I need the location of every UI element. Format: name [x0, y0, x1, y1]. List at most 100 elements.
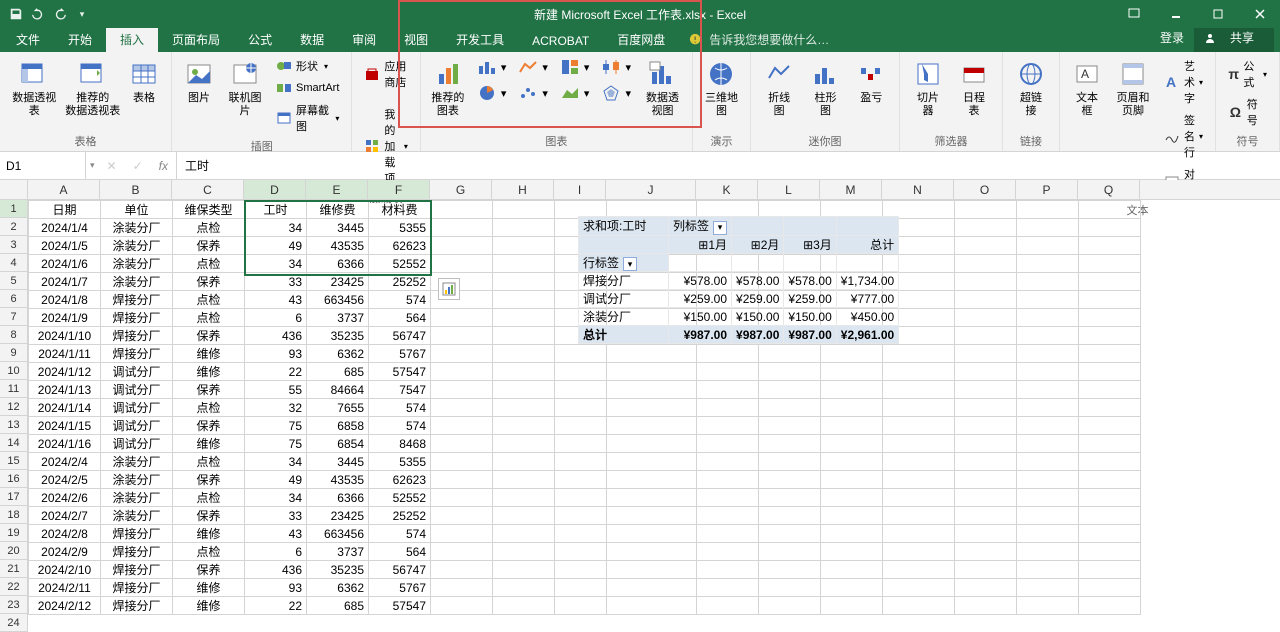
cell[interactable] — [955, 453, 1017, 471]
col-header-N[interactable]: N — [882, 180, 954, 199]
slicer-button[interactable]: 切片器 — [908, 56, 948, 120]
cell[interactable] — [759, 417, 821, 435]
row-header-23[interactable]: 23 — [0, 596, 27, 614]
cell[interactable] — [493, 543, 555, 561]
cell[interactable] — [1017, 507, 1079, 525]
cell[interactable] — [759, 471, 821, 489]
row-header-12[interactable]: 12 — [0, 398, 27, 416]
cell[interactable] — [955, 201, 1017, 219]
row-labels-dropdown[interactable]: ▾ — [623, 257, 637, 271]
cell[interactable] — [431, 201, 493, 219]
spark-line-button[interactable]: 折线图 — [759, 56, 799, 120]
cell[interactable] — [431, 471, 493, 489]
col-header-B[interactable]: B — [100, 180, 172, 199]
cell[interactable]: 43535 — [307, 471, 369, 489]
cell[interactable]: 2024/2/6 — [29, 489, 101, 507]
cell[interactable]: 2024/2/11 — [29, 579, 101, 597]
cell[interactable]: 涂装分厂 — [101, 237, 173, 255]
cell[interactable] — [1017, 471, 1079, 489]
cell[interactable] — [821, 381, 883, 399]
select-all-corner[interactable] — [0, 180, 28, 199]
hyperlink-button[interactable]: 超链接 — [1011, 56, 1051, 120]
cell[interactable] — [493, 255, 555, 273]
cell[interactable] — [493, 525, 555, 543]
cell[interactable] — [955, 327, 1017, 345]
cell[interactable] — [1017, 381, 1079, 399]
cell[interactable] — [759, 381, 821, 399]
timeline-button[interactable]: 日程表 — [954, 56, 994, 120]
cell[interactable]: 点检 — [173, 399, 245, 417]
cell[interactable] — [555, 471, 607, 489]
row-header-3[interactable]: 3 — [0, 236, 27, 254]
cell[interactable] — [1079, 255, 1141, 273]
cell[interactable] — [1017, 525, 1079, 543]
cell[interactable]: 日期 — [29, 201, 101, 219]
cell[interactable] — [759, 399, 821, 417]
cell[interactable] — [493, 507, 555, 525]
cell[interactable]: 点检 — [173, 489, 245, 507]
cell[interactable] — [821, 597, 883, 615]
cell[interactable]: 34 — [245, 489, 307, 507]
save-icon[interactable] — [8, 6, 24, 22]
cell[interactable] — [493, 345, 555, 363]
row-header-10[interactable]: 10 — [0, 362, 27, 380]
cell[interactable] — [955, 237, 1017, 255]
cell[interactable] — [431, 399, 493, 417]
cell[interactable] — [759, 435, 821, 453]
cell[interactable] — [821, 399, 883, 417]
login-button[interactable]: 登录 — [1150, 26, 1194, 49]
cell[interactable]: 43 — [245, 291, 307, 309]
cell[interactable]: 25252 — [369, 507, 431, 525]
cell[interactable] — [607, 579, 697, 597]
cell[interactable] — [955, 399, 1017, 417]
cell[interactable] — [1017, 201, 1079, 219]
cell[interactable] — [821, 561, 883, 579]
cell[interactable] — [607, 363, 697, 381]
cell[interactable]: 调试分厂 — [101, 381, 173, 399]
tab-formulas[interactable]: 公式 — [234, 27, 286, 52]
tell-me[interactable]: 告诉我您想要做什么… — [679, 27, 839, 52]
cell[interactable] — [1017, 435, 1079, 453]
row-header-17[interactable]: 17 — [0, 488, 27, 506]
cell[interactable]: 调试分厂 — [101, 417, 173, 435]
cell[interactable] — [1017, 489, 1079, 507]
row-header-1[interactable]: 1 — [0, 200, 27, 218]
col-labels-dropdown[interactable]: ▾ — [713, 221, 727, 235]
cell[interactable] — [493, 201, 555, 219]
cell[interactable]: 点检 — [173, 453, 245, 471]
row-header-6[interactable]: 6 — [0, 290, 27, 308]
cell[interactable] — [607, 471, 697, 489]
cell[interactable] — [955, 255, 1017, 273]
cell[interactable] — [555, 561, 607, 579]
cell[interactable] — [955, 291, 1017, 309]
tab-data[interactable]: 数据 — [286, 27, 338, 52]
cell[interactable] — [821, 543, 883, 561]
cell[interactable]: 5355 — [369, 219, 431, 237]
cell[interactable] — [883, 579, 955, 597]
row-header-16[interactable]: 16 — [0, 470, 27, 488]
col-header-Q[interactable]: Q — [1078, 180, 1140, 199]
cell[interactable]: 维修费 — [307, 201, 369, 219]
cell[interactable] — [607, 543, 697, 561]
cell[interactable]: 维修 — [173, 345, 245, 363]
cell[interactable] — [493, 399, 555, 417]
cell[interactable] — [697, 417, 759, 435]
cell[interactable] — [431, 597, 493, 615]
tab-review[interactable]: 审阅 — [338, 27, 390, 52]
cell[interactable] — [1079, 507, 1141, 525]
cell[interactable] — [555, 363, 607, 381]
cell[interactable]: 2024/2/12 — [29, 597, 101, 615]
cell[interactable] — [493, 309, 555, 327]
chart-bar-icon[interactable]: ▾ — [473, 56, 511, 78]
row-header-20[interactable]: 20 — [0, 542, 27, 560]
cell[interactable]: 3445 — [307, 453, 369, 471]
cell[interactable] — [883, 399, 955, 417]
cell[interactable] — [955, 525, 1017, 543]
cell[interactable] — [493, 327, 555, 345]
cell[interactable] — [555, 381, 607, 399]
row-header-21[interactable]: 21 — [0, 560, 27, 578]
cell[interactable]: 保养 — [173, 417, 245, 435]
cell[interactable]: 2024/1/4 — [29, 219, 101, 237]
undo-icon[interactable] — [30, 6, 46, 22]
cell[interactable]: 49 — [245, 237, 307, 255]
